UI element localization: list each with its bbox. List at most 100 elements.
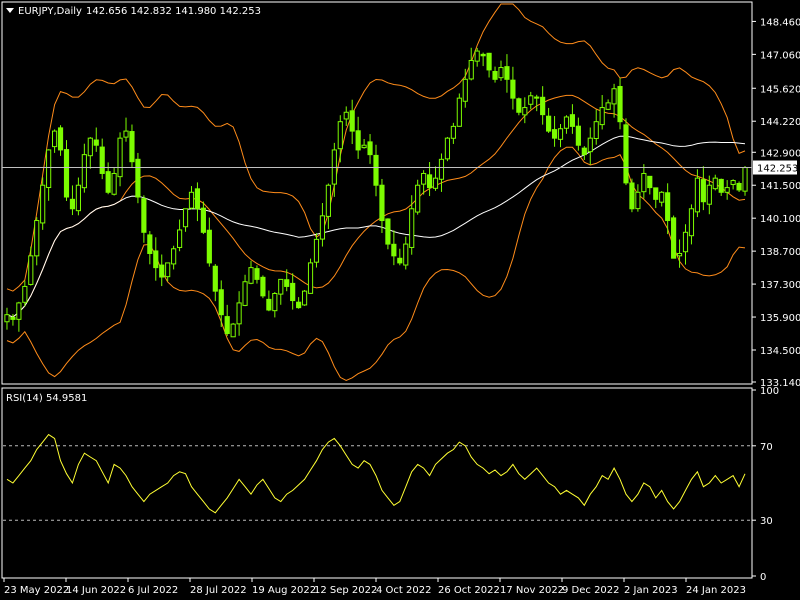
candle-body bbox=[438, 158, 445, 180]
rsi-tick-label: 100 bbox=[760, 386, 779, 397]
candle-body bbox=[432, 177, 439, 189]
candle-body bbox=[421, 172, 427, 185]
candle bbox=[415, 179, 421, 215]
ohlc-values: 142.656 142.832 141.980 142.253 bbox=[86, 6, 261, 17]
candle-body bbox=[34, 220, 40, 257]
candle-body bbox=[367, 141, 373, 156]
candle bbox=[742, 165, 748, 196]
candle bbox=[307, 258, 314, 294]
candle-body bbox=[736, 182, 742, 191]
candle-body bbox=[105, 171, 111, 193]
candle-body bbox=[266, 298, 272, 311]
candle-body bbox=[629, 182, 635, 210]
candle-body bbox=[111, 172, 117, 195]
candle-body bbox=[63, 149, 70, 198]
candle-body bbox=[254, 268, 260, 280]
candle-body bbox=[587, 137, 593, 153]
price-tick-label: 135.900 bbox=[760, 313, 800, 324]
candle-body bbox=[444, 137, 451, 160]
candle bbox=[230, 322, 236, 338]
candle-body bbox=[581, 147, 587, 156]
candle-body bbox=[236, 302, 242, 325]
price-tick-label: 138.700 bbox=[760, 247, 800, 258]
candle-body bbox=[688, 208, 695, 237]
candle-body bbox=[557, 128, 564, 140]
candle-body bbox=[165, 262, 171, 278]
candle-body bbox=[647, 175, 653, 189]
date-tick-label: 9 Dec 2022 bbox=[562, 585, 620, 596]
candle-body bbox=[599, 107, 605, 126]
candle-body bbox=[278, 278, 284, 295]
candle-body bbox=[522, 107, 528, 116]
candle-body bbox=[10, 316, 16, 320]
candle-body bbox=[69, 198, 76, 210]
candle-body bbox=[653, 187, 659, 200]
candle-body bbox=[397, 257, 403, 264]
candle-body bbox=[676, 252, 683, 257]
candle bbox=[629, 178, 635, 213]
candle-body bbox=[712, 177, 718, 190]
candle-body bbox=[22, 285, 28, 303]
candle-body bbox=[284, 279, 290, 287]
candle-body bbox=[468, 59, 474, 80]
rsi-tick-label: 0 bbox=[760, 572, 766, 583]
current-price-label: 142.253 bbox=[757, 164, 798, 175]
rsi-label: RSI(14) 54.9581 bbox=[6, 393, 87, 404]
price-tick-label: 144.220 bbox=[760, 117, 800, 128]
candle-body bbox=[706, 184, 712, 205]
date-tick-label: 17 Nov 2022 bbox=[500, 585, 564, 596]
candle-body bbox=[171, 248, 177, 265]
rsi-tick-label: 30 bbox=[760, 516, 773, 527]
candle-body bbox=[605, 102, 611, 110]
candle-body bbox=[200, 207, 206, 233]
price-tick-label: 134.500 bbox=[760, 346, 800, 357]
candle-body bbox=[486, 52, 492, 71]
candle bbox=[444, 136, 451, 162]
candle-body bbox=[415, 184, 421, 213]
candle-body bbox=[361, 144, 367, 149]
candle-body bbox=[385, 218, 391, 245]
candle-body bbox=[325, 184, 331, 217]
candle-body bbox=[379, 184, 385, 222]
price-chart[interactable]: 142.253 148.460 147.060 145.620 144.220 142.… bbox=[0, 0, 800, 600]
candle-body bbox=[635, 191, 641, 210]
candle-body bbox=[504, 66, 510, 80]
candle-body bbox=[563, 116, 570, 129]
candle-body bbox=[272, 293, 278, 312]
rsi-tick-label: 70 bbox=[760, 442, 773, 453]
candle-body bbox=[40, 184, 46, 224]
candle-body bbox=[52, 130, 58, 148]
candle-body bbox=[117, 137, 123, 178]
candle-body bbox=[319, 215, 326, 240]
candle-body bbox=[206, 229, 212, 264]
date-tick-label: 19 Aug 2022 bbox=[252, 585, 316, 596]
candle-body bbox=[57, 127, 64, 151]
candle bbox=[40, 177, 46, 230]
candle-body bbox=[730, 180, 736, 185]
candle bbox=[736, 181, 742, 193]
candle-body bbox=[474, 50, 480, 62]
candle-body bbox=[611, 88, 617, 105]
candle-body bbox=[4, 314, 10, 323]
candle-body bbox=[218, 289, 224, 316]
candle-body bbox=[224, 316, 230, 335]
chart-background bbox=[0, 0, 800, 600]
candle-body bbox=[99, 146, 105, 174]
candle-body bbox=[135, 158, 141, 198]
candle-body bbox=[242, 281, 248, 306]
candle-body bbox=[551, 129, 558, 139]
date-tick-label: 2 Jan 2023 bbox=[624, 585, 678, 596]
candle-body bbox=[450, 125, 456, 139]
candle bbox=[63, 140, 70, 201]
candle-body bbox=[355, 130, 361, 151]
candle-body bbox=[331, 149, 337, 185]
candle-body bbox=[724, 187, 730, 193]
candle-body bbox=[290, 282, 296, 302]
candle-body bbox=[641, 172, 647, 193]
candle-body bbox=[462, 78, 468, 102]
price-tick-label: 145.620 bbox=[760, 84, 800, 95]
candle-body bbox=[28, 255, 34, 285]
candle-body bbox=[46, 149, 52, 189]
candle-body bbox=[540, 96, 546, 116]
candle-body bbox=[575, 125, 581, 146]
